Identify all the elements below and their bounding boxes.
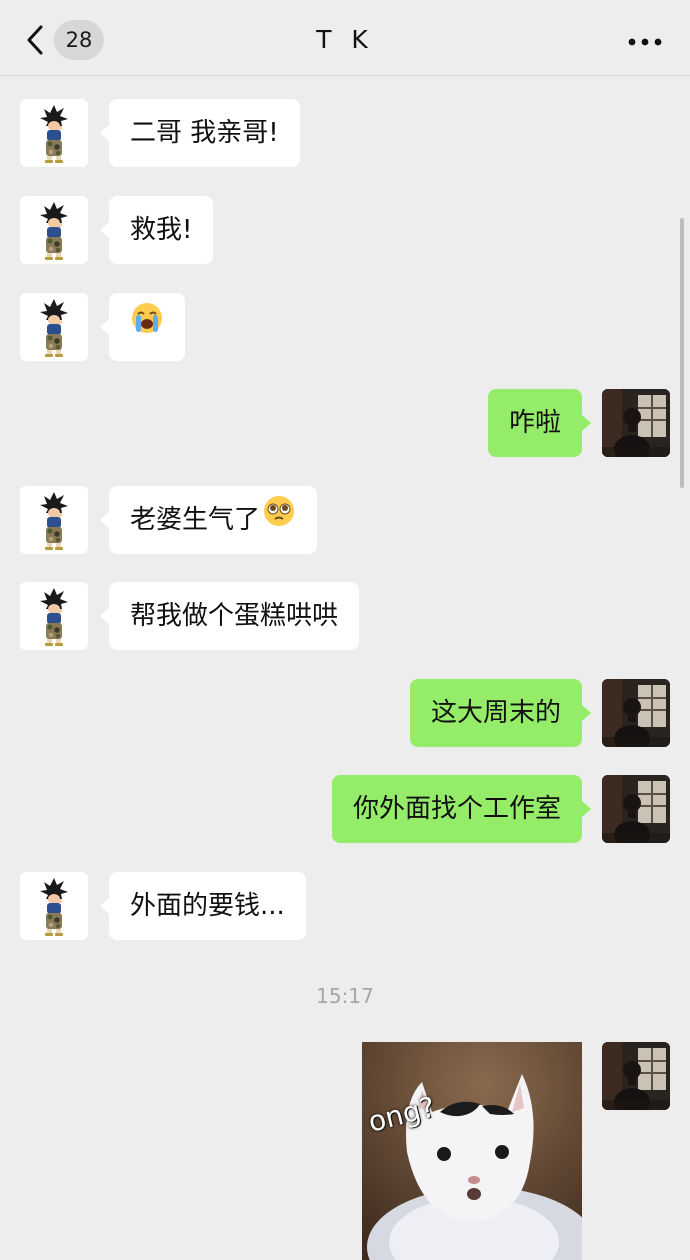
- message-text: 这大周末的: [430, 698, 561, 728]
- message-text: 你外面找个工作室: [352, 794, 561, 824]
- message-bubble[interactable]: 二哥 我亲哥!: [100, 99, 300, 167]
- chat-header: 28 T K: [0, 0, 690, 76]
- pleading-face-icon: [262, 486, 296, 554]
- message-text: 外面的要钱...: [130, 891, 285, 921]
- message-bubble[interactable]: 你外面找个工作室: [331, 775, 592, 843]
- outgoing-message: 这大周末的: [0, 679, 690, 747]
- message-text: 救我!: [130, 215, 193, 245]
- more-dots-icon: [628, 31, 662, 50]
- back-button[interactable]: 28: [20, 18, 110, 62]
- outgoing-message: [0, 1042, 690, 1110]
- message-bubble[interactable]: [100, 293, 185, 361]
- incoming-message: [0, 293, 690, 361]
- chat-title: T K: [316, 25, 374, 54]
- contact-avatar[interactable]: [20, 486, 88, 554]
- message-timestamp: 15:17: [316, 984, 374, 1008]
- my-avatar[interactable]: [602, 1042, 670, 1110]
- incoming-message: 帮我做个蛋糕哄哄: [0, 582, 690, 650]
- contact-avatar[interactable]: [20, 872, 88, 940]
- my-avatar[interactable]: [602, 775, 670, 843]
- contact-avatar[interactable]: [20, 293, 88, 361]
- message-list[interactable]: 二哥 我亲哥! 救我! 咋啦 老婆生气了 帮我做个蛋糕哄哄 这大周末的 你外面找…: [0, 76, 690, 1260]
- message-text: 帮我做个蛋糕哄哄: [130, 601, 339, 631]
- message-text: 老婆生气了: [130, 505, 261, 535]
- contact-avatar[interactable]: [20, 99, 88, 167]
- message-text: 二哥 我亲哥!: [130, 118, 279, 148]
- more-options-button[interactable]: [620, 22, 670, 58]
- chevron-left-icon: [20, 20, 50, 60]
- message-bubble[interactable]: 咋啦: [487, 389, 592, 457]
- unread-count-badge: 28: [54, 20, 104, 60]
- incoming-message: 外面的要钱...: [0, 872, 690, 940]
- message-bubble[interactable]: 外面的要钱...: [100, 872, 306, 940]
- message-text: 咋啦: [508, 408, 561, 438]
- message-bubble[interactable]: 这大周末的: [409, 679, 592, 747]
- outgoing-message: 咋啦: [0, 389, 690, 457]
- contact-avatar[interactable]: [20, 582, 88, 650]
- incoming-message: 老婆生气了: [0, 486, 690, 554]
- incoming-message: 二哥 我亲哥!: [0, 99, 690, 167]
- incoming-message: 救我!: [0, 196, 690, 264]
- loudly-crying-face-icon: [130, 293, 164, 361]
- message-bubble[interactable]: 帮我做个蛋糕哄哄: [99, 582, 360, 650]
- message-bubble[interactable]: 老婆生气了: [99, 486, 318, 554]
- outgoing-message: 你外面找个工作室: [0, 775, 690, 843]
- contact-avatar[interactable]: [20, 196, 88, 264]
- my-avatar[interactable]: [602, 679, 670, 747]
- message-bubble[interactable]: 救我!: [99, 196, 214, 264]
- my-avatar[interactable]: [602, 389, 670, 457]
